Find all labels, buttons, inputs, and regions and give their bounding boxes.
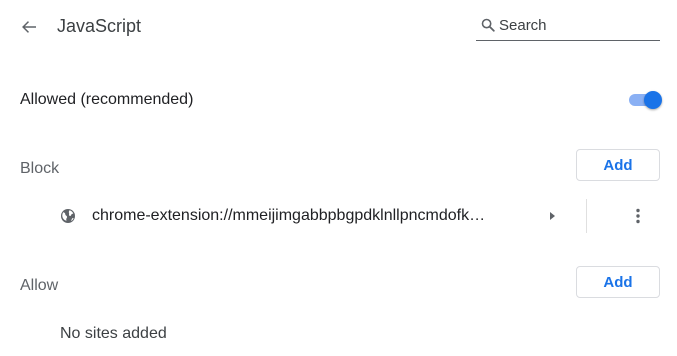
- page-title: JavaScript: [57, 16, 142, 36]
- page-header: JavaScript: [0, 0, 677, 56]
- block-heading: Block: [20, 160, 60, 177]
- search-icon: [481, 18, 495, 32]
- search-field[interactable]: [476, 12, 660, 41]
- no-sites-text: No sites added: [60, 325, 167, 342]
- allow-add-button[interactable]: Add: [576, 266, 660, 298]
- row-divider: [586, 199, 587, 233]
- block-add-button[interactable]: Add: [576, 149, 660, 181]
- blocked-site-row[interactable]: chrome-extension://mmeijimgabbpbgpdklnll…: [0, 195, 677, 237]
- search-input[interactable]: [499, 14, 654, 36]
- allowed-label: Allowed (recommended): [20, 91, 194, 108]
- content-settings-page: JavaScript Allowed (recommended) Block A…: [0, 0, 677, 356]
- back-button[interactable]: [16, 14, 42, 40]
- more-vert-icon[interactable]: [629, 206, 647, 226]
- toggle-knob: [644, 91, 662, 109]
- allowed-toggle[interactable]: [628, 91, 662, 109]
- allow-heading: Allow: [20, 277, 59, 294]
- arrow-right-icon[interactable]: [547, 210, 557, 222]
- site-name: chrome-extension://mmeijimgabbpbgpdklnll…: [92, 207, 486, 224]
- globe-icon: [61, 209, 75, 223]
- arrow-back-icon[interactable]: [21, 19, 37, 35]
